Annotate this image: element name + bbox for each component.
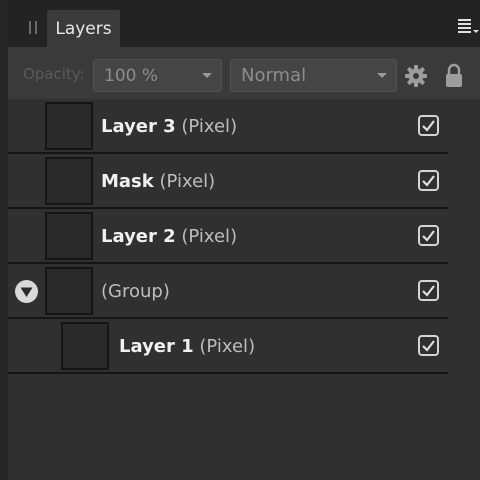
layer-name: Layer 2 (101, 226, 176, 247)
lock-icon[interactable] (444, 63, 464, 89)
panel-left-edge (0, 0, 8, 480)
layer-thumbnail (45, 267, 93, 315)
checkmark-icon (422, 120, 435, 132)
opacity-label: Opacity: (23, 65, 85, 83)
checkmark-icon (422, 230, 435, 242)
checkmark-icon (422, 285, 435, 297)
visibility-checkbox[interactable] (418, 170, 439, 191)
layer-label: Layer 1 (Pixel) (119, 336, 255, 357)
checkmark-icon (422, 175, 435, 187)
layer-type: (Pixel) (199, 336, 256, 357)
visibility-checkbox[interactable] (418, 335, 439, 356)
panel-menu-icon[interactable] (456, 16, 480, 36)
chevron-down-icon (202, 73, 212, 78)
opacity-value: 100 % (104, 65, 159, 86)
layer-thumbnail (45, 157, 93, 205)
layer-thumbnail (45, 102, 93, 150)
visibility-checkbox[interactable] (418, 225, 439, 246)
chevron-down-icon (377, 73, 387, 78)
tab-layers[interactable]: Layers (47, 10, 120, 47)
visibility-checkbox[interactable] (418, 280, 439, 301)
checkmark-icon (422, 340, 435, 352)
layer-row[interactable]: Layer 1 (Pixel) (8, 319, 448, 374)
gear-icon[interactable] (404, 64, 428, 88)
layer-row[interactable]: Layer 2 (Pixel) (8, 209, 448, 264)
layer-name: Layer 3 (101, 116, 176, 137)
layer-type: (Pixel) (181, 226, 238, 247)
visibility-checkbox[interactable] (418, 115, 439, 136)
drag-grip-icon[interactable] (18, 8, 48, 47)
group-row[interactable]: (Group) (8, 264, 448, 319)
layer-type: (Pixel) (159, 171, 216, 192)
layer-row[interactable]: Layer 3 (Pixel) (8, 99, 448, 154)
layer-label: Layer 3 (Pixel) (101, 116, 237, 137)
layer-toolbar: Opacity: 100 % Normal (8, 47, 480, 99)
blend-mode-value: Normal (241, 65, 307, 86)
opacity-dropdown[interactable]: 100 % (93, 59, 222, 92)
layers-list: Layer 3 (Pixel) Mask (Pixel) Layer 2 (Pi… (8, 99, 448, 375)
layer-label: Mask (Pixel) (101, 171, 215, 192)
layer-type: (Pixel) (181, 116, 238, 137)
layer-name: Mask (101, 171, 154, 192)
layer-thumbnail (45, 212, 93, 260)
group-name: (Group) (101, 281, 170, 302)
expand-triangle-icon[interactable] (15, 280, 38, 303)
panel-tab-strip: Layers (8, 0, 480, 47)
layer-label: Layer 2 (Pixel) (101, 226, 237, 247)
layer-thumbnail (61, 322, 109, 370)
blend-mode-dropdown[interactable]: Normal (230, 59, 397, 92)
layer-row[interactable]: Mask (Pixel) (8, 154, 448, 209)
layer-name: Layer 1 (119, 336, 194, 357)
